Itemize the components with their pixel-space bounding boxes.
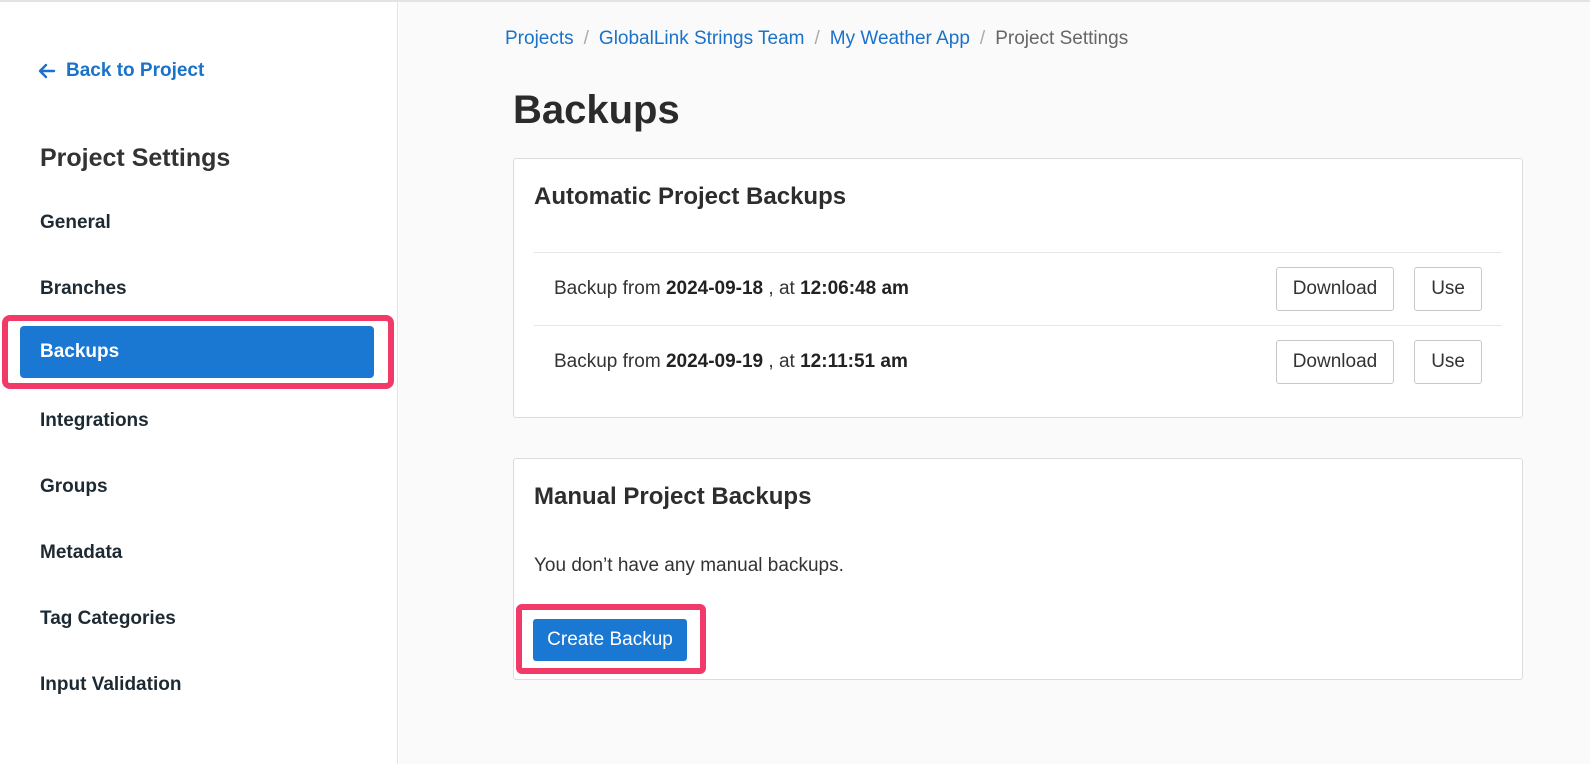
manual-backups-card: Manual Project Backups You don’t have an… — [513, 458, 1523, 680]
backup-description: Backup from 2024-09-19 , at 12:11:51 am — [534, 351, 908, 373]
manual-backups-title: Manual Project Backups — [534, 483, 812, 510]
backup-mid: , at — [768, 351, 795, 372]
arrow-left-icon — [38, 63, 56, 79]
create-backup-button[interactable]: Create Backup — [533, 619, 687, 661]
sidebar-item-backups[interactable]: Backups — [0, 315, 398, 389]
sidebar-item-label: Metadata — [40, 542, 123, 563]
sidebar-item-tag-categories[interactable]: Tag Categories — [0, 586, 398, 652]
breadcrumb-project[interactable]: My Weather App — [830, 28, 970, 50]
settings-nav: General Branches Backups Integrations Gr… — [0, 190, 398, 718]
backup-prefix: Backup from — [554, 278, 661, 299]
backup-description: Backup from 2024-09-18 , at 12:06:48 am — [534, 278, 909, 300]
sidebar-item-branches[interactable]: Branches — [0, 256, 398, 322]
active-nav-pill[interactable]: Backups — [20, 326, 374, 378]
breadcrumb-projects[interactable]: Projects — [505, 28, 574, 50]
sidebar-item-label: Branches — [40, 278, 127, 299]
sidebar-item-groups[interactable]: Groups — [0, 454, 398, 520]
automatic-backups-card: Automatic Project Backups Backup from 20… — [513, 158, 1523, 418]
sidebar-item-label: Input Validation — [40, 674, 182, 695]
sidebar-item-label: General — [40, 212, 111, 233]
main-content: Projects / GlobalLink Strings Team / My … — [399, 2, 1590, 764]
sidebar-item-label: Tag Categories — [40, 608, 176, 629]
backup-actions: Download Use — [1275, 340, 1502, 384]
breadcrumb-separator: / — [814, 28, 820, 49]
page-title: Backups — [513, 88, 680, 132]
automatic-backups-title: Automatic Project Backups — [534, 183, 847, 210]
download-button[interactable]: Download — [1275, 267, 1395, 311]
breadcrumb-separator: / — [979, 28, 986, 49]
backup-time: 12:11:51 am — [800, 351, 908, 372]
back-to-project-link[interactable]: Back to Project — [38, 60, 204, 82]
back-to-project-label: Back to Project — [66, 60, 205, 81]
download-button[interactable]: Download — [1275, 340, 1395, 384]
backup-actions: Download Use — [1275, 267, 1502, 311]
sidebar-item-input-validation[interactable]: Input Validation — [0, 652, 398, 718]
sidebar-item-metadata[interactable]: Metadata — [0, 520, 398, 586]
sidebar-item-label: Groups — [40, 476, 108, 497]
use-button[interactable]: Use — [1414, 340, 1482, 384]
backup-row: Backup from 2024-09-19 , at 12:11:51 am … — [534, 325, 1502, 398]
breadcrumb-current: Project Settings — [995, 28, 1129, 49]
sidebar: Back to Project Project Settings General… — [0, 2, 398, 764]
sidebar-item-integrations[interactable]: Integrations — [0, 388, 398, 454]
sidebar-item-label: Integrations — [40, 410, 149, 431]
sidebar-item-general[interactable]: General — [0, 190, 398, 256]
sidebar-item-label: Backups — [40, 341, 120, 362]
backup-date: 2024-09-19 — [665, 351, 764, 372]
breadcrumb-team[interactable]: GlobalLink Strings Team — [599, 28, 805, 50]
backup-date: 2024-09-18 — [665, 278, 764, 299]
backup-mid: , at — [768, 278, 795, 299]
backup-time: 12:06:48 am — [800, 278, 909, 299]
sidebar-title: Project Settings — [40, 144, 231, 172]
empty-state-text: You don’t have any manual backups. — [534, 555, 844, 576]
breadcrumb-separator: / — [583, 28, 589, 49]
backup-row: Backup from 2024-09-18 , at 12:06:48 am … — [534, 252, 1502, 325]
use-button[interactable]: Use — [1414, 267, 1482, 311]
breadcrumb: Projects / GlobalLink Strings Team / My … — [505, 28, 1128, 50]
backup-prefix: Backup from — [554, 351, 661, 372]
